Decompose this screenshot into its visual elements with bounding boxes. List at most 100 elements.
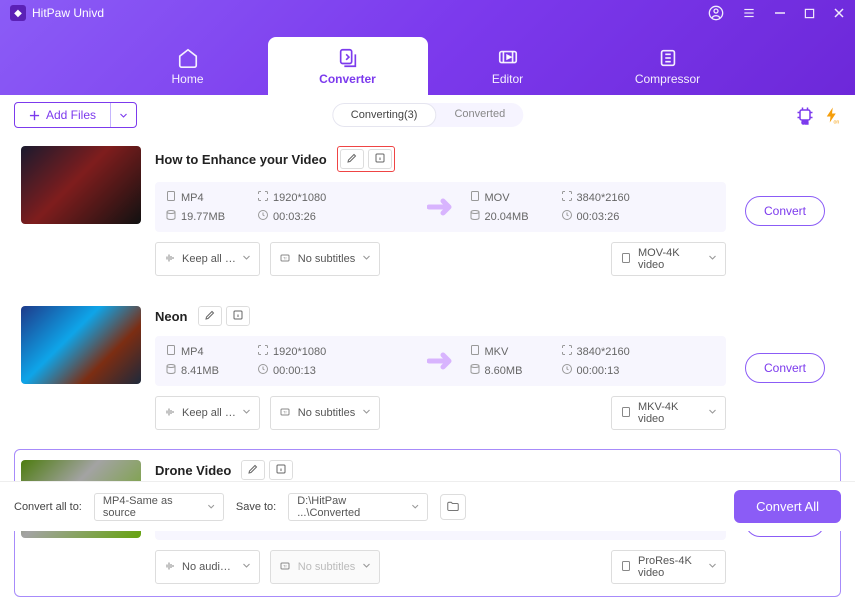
account-icon[interactable] [708, 5, 724, 21]
expand-icon [257, 190, 269, 205]
subtab-converting[interactable]: Converting(3) [332, 103, 437, 127]
storage-icon [165, 209, 177, 224]
add-files-button[interactable]: Add Files [14, 102, 137, 128]
chevron-down-icon [411, 502, 419, 511]
add-files-dropdown[interactable] [110, 103, 136, 127]
open-folder-button[interactable] [440, 494, 466, 520]
document-icon [620, 406, 632, 421]
document-icon [165, 344, 177, 359]
save-to-label: Save to: [236, 501, 276, 513]
file-info-button[interactable] [269, 460, 293, 480]
document-icon [620, 560, 632, 575]
audio-track-select[interactable]: Keep all audio tr... [155, 396, 260, 430]
file-title: How to Enhance your Video [155, 152, 327, 167]
audio-value: Keep all audio tr... [182, 253, 236, 265]
tab-home-label: Home [171, 72, 203, 86]
speed-boost-icon[interactable]: on [823, 105, 841, 125]
expand-icon [257, 344, 269, 359]
tab-compressor[interactable]: Compressor [588, 37, 748, 95]
clock-icon [561, 209, 573, 224]
add-files-label: Add Files [46, 108, 96, 122]
video-thumbnail[interactable] [21, 146, 141, 224]
dst-duration: 00:03:26 [561, 209, 631, 224]
src-duration: 00:00:13 [257, 363, 327, 378]
svg-text:Tr: Tr [283, 409, 287, 414]
audio-icon [164, 560, 176, 575]
convert-all-format-value: MP4-Same as source [103, 495, 201, 519]
info-icon [374, 152, 386, 167]
audio-track-select[interactable]: No audio track [155, 550, 260, 584]
chevron-down-icon [362, 561, 371, 573]
chevron-down-icon [708, 561, 717, 573]
output-preset-select[interactable]: ProRes-4K video [611, 550, 726, 584]
dst-resolution: 3840*2160 [561, 344, 631, 359]
tab-compressor-label: Compressor [635, 72, 700, 86]
tab-converter-label: Converter [319, 72, 376, 86]
audio-track-select[interactable]: Keep all audio tr... [155, 242, 260, 276]
svg-text:Tr: Tr [283, 255, 287, 260]
tab-editor[interactable]: Editor [428, 37, 588, 95]
edit-file-button[interactable] [198, 306, 222, 326]
folder-icon [446, 500, 460, 514]
arrow-right-icon [421, 351, 461, 371]
dst-format: MKV [469, 344, 539, 359]
save-path-select[interactable]: D:\HitPaw ...\Converted [288, 493, 428, 521]
storage-icon [469, 209, 481, 224]
svg-text:on: on [834, 119, 840, 125]
chevron-down-icon [708, 253, 717, 265]
convert-all-format-select[interactable]: MP4-Same as source [94, 493, 224, 521]
src-format: MP4 [165, 190, 235, 205]
file-item[interactable]: Neon MP4 1920*1080 8.41MB 00:00:13 [14, 295, 841, 443]
convert-button[interactable]: Convert [745, 196, 825, 226]
chevron-down-icon [708, 407, 717, 419]
audio-icon [164, 252, 176, 267]
subtitle-select: TrNo subtitles [270, 550, 380, 584]
tab-home[interactable]: Home [108, 37, 268, 95]
edit-file-button[interactable] [241, 460, 265, 480]
subtab-converted[interactable]: Converted [436, 103, 523, 127]
edit-file-button[interactable] [340, 149, 364, 169]
file-item[interactable]: How to Enhance your Video MP4 1920*1080 … [14, 135, 841, 289]
audio-value: Keep all audio tr... [182, 407, 236, 419]
subtitle-icon: Tr [279, 560, 291, 575]
dst-format: MOV [469, 190, 539, 205]
plus-icon [29, 110, 40, 121]
save-path-value: D:\HitPaw ...\Converted [297, 495, 405, 519]
svg-text:Tr: Tr [283, 563, 287, 568]
file-info-button[interactable] [368, 149, 392, 169]
output-preset-select[interactable]: MKV-4K video [611, 396, 726, 430]
src-size: 19.77MB [165, 209, 235, 224]
subtitle-icon: Tr [279, 252, 291, 267]
tab-converter[interactable]: Converter [268, 37, 428, 95]
convert-button[interactable]: Convert [745, 353, 825, 383]
src-duration: 00:03:26 [257, 209, 327, 224]
info-icon [275, 463, 287, 478]
subtitle-value: No subtitles [298, 253, 355, 265]
storage-icon [165, 363, 177, 378]
subtitle-select[interactable]: Tr No subtitles [270, 396, 380, 430]
file-info-button[interactable] [226, 306, 250, 326]
minimize-icon[interactable] [774, 7, 786, 19]
pencil-icon [247, 463, 259, 478]
output-preset-select[interactable]: MOV-4K video [611, 242, 726, 276]
subtitle-select[interactable]: Tr No subtitles [270, 242, 380, 276]
video-thumbnail[interactable] [21, 306, 141, 384]
app-title: HitPaw Univd [32, 6, 104, 20]
expand-icon [561, 344, 573, 359]
maximize-icon[interactable] [804, 8, 815, 19]
menu-icon[interactable] [742, 6, 756, 20]
app-brand: ◆ HitPaw Univd [10, 5, 104, 21]
convert-all-button[interactable]: Convert All [734, 490, 841, 523]
pencil-icon [346, 152, 358, 167]
chevron-down-icon [207, 502, 215, 511]
src-resolution: 1920*1080 [257, 190, 327, 205]
hardware-accel-icon[interactable]: on [795, 105, 815, 125]
logo-icon: ◆ [10, 5, 26, 21]
clock-icon [257, 363, 269, 378]
close-icon[interactable] [833, 7, 845, 19]
preset-value: ProRes-4K video [638, 555, 702, 579]
tab-editor-label: Editor [492, 72, 523, 86]
audio-icon [164, 406, 176, 421]
subtitle-value: No subtitles [298, 407, 355, 419]
chevron-down-icon [242, 407, 251, 419]
